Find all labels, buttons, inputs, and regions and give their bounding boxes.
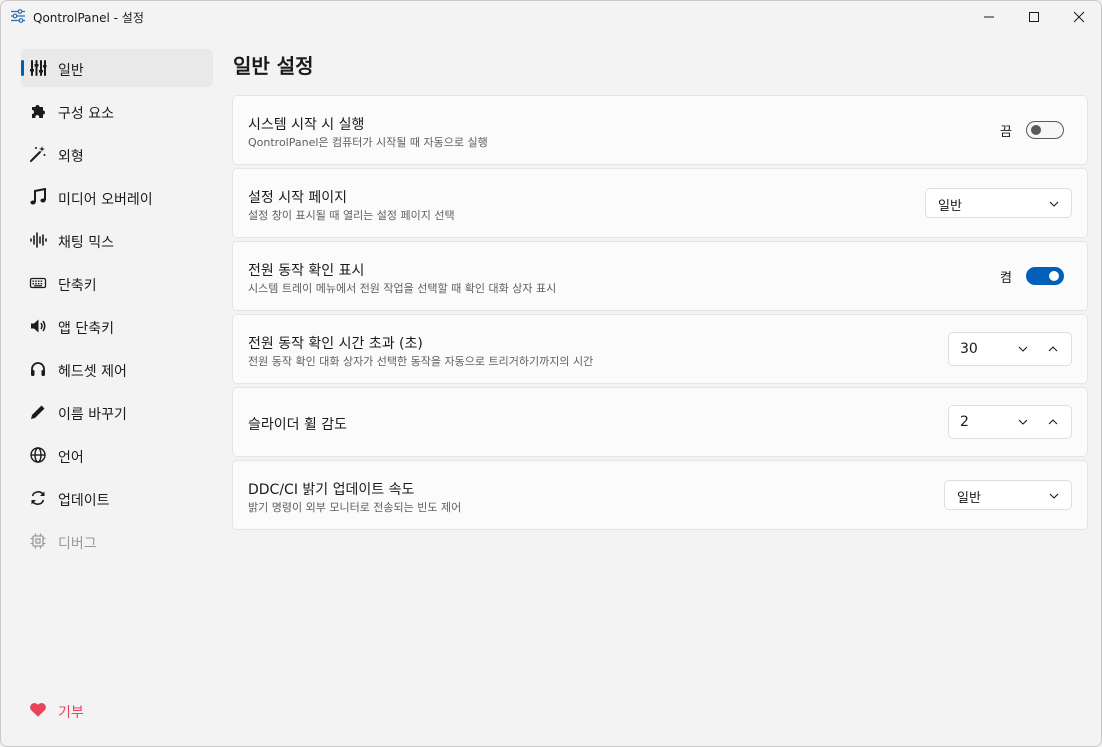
chip-icon [29, 532, 47, 550]
speaker-icon [29, 317, 47, 335]
heart-icon [29, 701, 47, 719]
decrement-button[interactable] [1009, 333, 1037, 365]
dropdown-value: 일반 [957, 491, 981, 506]
waveform-icon [29, 231, 47, 249]
run-at-startup-toggle[interactable] [1026, 121, 1064, 139]
title-bar[interactable]: QontrolPanel - 설정 [1, 1, 1101, 33]
setting-title: 설정 시작 페이지 [248, 190, 348, 206]
ddcci-rate-dropdown[interactable]: 일반 [944, 480, 1072, 510]
sidebar-item-app-shortcuts[interactable]: 앱 단축키 [21, 307, 213, 345]
puzzle-icon [29, 102, 47, 120]
sidebar-nav: 일반 구성 요소 외형 미디어 오버레이 채팅 믹스 단축키 앱 단축키 헤드셋… [1, 33, 221, 746]
close-icon [1073, 11, 1085, 23]
headset-icon [29, 360, 47, 378]
page-title: 일반 설정 [233, 54, 314, 78]
sidebar-item-update[interactable]: 업데이트 [21, 479, 213, 517]
chevron-down-icon [1049, 201, 1059, 207]
window-title: QontrolPanel - 설정 [33, 11, 144, 25]
setting-card-power-timeout: 전원 동작 확인 시간 초과 (초) 전원 동작 확인 대화 상자가 선택한 동… [232, 314, 1088, 384]
pencil-icon [29, 403, 47, 421]
minimize-icon [984, 16, 994, 18]
setting-card-run-at-startup: 시스템 시작 시 실행 QontrolPanel은 컴퓨터가 시작될 때 자동으… [232, 95, 1088, 165]
sidebar-item-label: 단축키 [58, 278, 97, 294]
chevron-down-icon [1049, 493, 1059, 499]
sidebar-item-chat-mix[interactable]: 채팅 믹스 [21, 221, 213, 259]
chevron-down-icon [1018, 419, 1028, 425]
chevron-up-icon [1048, 346, 1058, 352]
spinbox-value: 30 [960, 341, 978, 357]
power-confirm-toggle[interactable] [1026, 267, 1064, 285]
chevron-down-icon [1018, 346, 1028, 352]
setting-card-ddcci-rate: DDC/CI 밝기 업데이트 속도 밝기 명령이 외부 모니터로 전송되는 빈도… [232, 460, 1088, 530]
sidebar-item-label: 이름 바꾸기 [58, 407, 127, 423]
setting-card-start-page: 설정 시작 페이지 설정 창이 표시될 때 열리는 설정 페이지 선택 일반 [232, 168, 1088, 238]
sliders-icon [29, 59, 47, 77]
sidebar-item-label: 일반 [58, 63, 84, 79]
sidebar-item-shortcuts[interactable]: 단축키 [21, 264, 213, 302]
power-timeout-spinbox[interactable]: 30 [948, 332, 1072, 366]
setting-description: 밝기 명령이 외부 모니터로 전송되는 빈도 제어 [248, 501, 462, 514]
increment-button[interactable] [1039, 333, 1067, 365]
spinbox-value: 2 [960, 414, 969, 430]
sidebar-item-rename[interactable]: 이름 바꾸기 [21, 393, 213, 431]
toggle-knob [1031, 125, 1041, 135]
sidebar-item-components[interactable]: 구성 요소 [21, 92, 213, 130]
start-page-dropdown[interactable]: 일반 [925, 188, 1072, 218]
maximize-icon [1029, 12, 1039, 22]
setting-description: QontrolPanel은 컴퓨터가 시작될 때 자동으로 실행 [248, 136, 488, 149]
setting-description: 설정 창이 표시될 때 열리는 설정 페이지 선택 [248, 209, 455, 222]
setting-card-power-confirm: 전원 동작 확인 표시 시스템 트레이 메뉴에서 전원 작업을 선택할 때 확인… [232, 241, 1088, 311]
setting-description: 시스템 트레이 메뉴에서 전원 작업을 선택할 때 확인 대화 상자 표시 [248, 282, 557, 295]
sidebar-item-label: 디버그 [58, 536, 97, 552]
maximize-button[interactable] [1011, 1, 1057, 33]
setting-card-wheel-sensitivity: 슬라이더 휠 감도 2 [232, 387, 1088, 457]
donate-label: 기부 [58, 705, 84, 721]
magic-wand-icon [29, 145, 47, 163]
sidebar-item-appearance[interactable]: 외형 [21, 135, 213, 173]
sidebar-item-general[interactable]: 일반 [21, 49, 213, 87]
setting-title: 시스템 시작 시 실행 [248, 117, 365, 133]
sidebar-item-label: 구성 요소 [58, 106, 114, 122]
dropdown-value: 일반 [938, 199, 962, 214]
chevron-up-icon [1048, 419, 1058, 425]
keyboard-icon [29, 274, 47, 292]
globe-icon [29, 446, 47, 464]
settings-window: QontrolPanel - 설정 일반 구성 요소 외형 미디어 오버레이 채… [0, 0, 1102, 747]
refresh-icon [29, 489, 47, 507]
setting-description: 전원 동작 확인 대화 상자가 선택한 동작을 자동으로 트리거하기까지의 시간 [248, 355, 594, 368]
sidebar-item-label: 앱 단축키 [58, 321, 114, 337]
sidebar-item-label: 외형 [58, 149, 84, 165]
sidebar-item-media-overlay[interactable]: 미디어 오버레이 [21, 178, 213, 216]
sidebar-item-language[interactable]: 언어 [21, 436, 213, 474]
sidebar-item-label: 채팅 믹스 [58, 235, 114, 251]
app-sliders-icon [10, 8, 26, 24]
toggle-state-label: 켬 [1000, 271, 1012, 286]
sidebar-item-label: 업데이트 [58, 493, 110, 509]
toggle-state-label: 끔 [1000, 125, 1012, 140]
selection-indicator [21, 60, 24, 76]
donate-button[interactable]: 기부 [21, 691, 213, 729]
setting-title: 전원 동작 확인 시간 초과 (초) [248, 336, 423, 352]
music-note-icon [29, 188, 47, 206]
toggle-knob [1049, 271, 1059, 281]
decrement-button[interactable] [1009, 406, 1037, 438]
sidebar-item-label: 헤드셋 제어 [58, 364, 127, 380]
setting-title: 슬라이더 휠 감도 [248, 417, 348, 433]
sidebar-item-debug: 디버그 [21, 522, 213, 560]
sidebar-item-headset-control[interactable]: 헤드셋 제어 [21, 350, 213, 388]
increment-button[interactable] [1039, 406, 1067, 438]
setting-title: DDC/CI 밝기 업데이트 속도 [248, 482, 415, 498]
minimize-button[interactable] [966, 1, 1012, 33]
sidebar-item-label: 언어 [58, 450, 84, 466]
wheel-sensitivity-spinbox[interactable]: 2 [948, 405, 1072, 439]
sidebar-item-label: 미디어 오버레이 [58, 192, 153, 208]
setting-title: 전원 동작 확인 표시 [248, 263, 365, 279]
close-button[interactable] [1056, 1, 1101, 33]
